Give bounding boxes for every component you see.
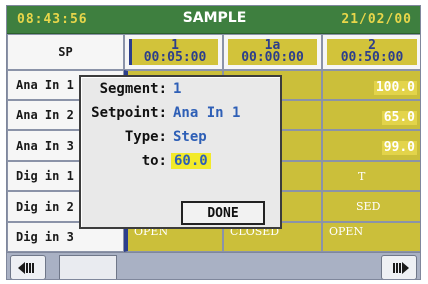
scroll-left-icon bbox=[18, 261, 34, 274]
title-bar: 08:43:56 SAMPLE 21/02/00 bbox=[7, 6, 420, 34]
segment-column-1a[interactable]: 1a 00:00:00 bbox=[223, 34, 322, 70]
type-field[interactable]: Step bbox=[173, 129, 207, 145]
setpoint-value: 100.0 bbox=[373, 80, 417, 95]
digital-state: T bbox=[358, 170, 366, 183]
segment-value[interactable]: 1 bbox=[173, 81, 181, 97]
segment-edit-dialog: Segment: 1 Setpoint: Ana In 1 Type: Step… bbox=[79, 75, 282, 229]
grid-cell[interactable]: 100.0 bbox=[322, 70, 420, 100]
digital-state: OPEN bbox=[329, 225, 364, 238]
row-label: Dig in 3 bbox=[16, 230, 74, 244]
segment-label: Segment: bbox=[99, 81, 167, 97]
segment-duration: 00:50:00 bbox=[340, 50, 404, 65]
target-value-field[interactable]: 60.0 bbox=[171, 153, 211, 169]
segment-column-2[interactable]: 2 00:50:00 bbox=[322, 34, 420, 70]
segment-header: 1a 00:00:00 bbox=[228, 39, 317, 65]
sp-header: SP bbox=[7, 34, 124, 70]
row-label: Ana In 3 bbox=[16, 138, 74, 153]
scroll-right-button[interactable] bbox=[381, 255, 417, 279]
digital-state: SED bbox=[356, 200, 381, 213]
segment-column-1[interactable]: 1 00:05:00 bbox=[124, 34, 223, 70]
segment-duration: 00:00:00 bbox=[241, 50, 304, 65]
scroll-left-button[interactable] bbox=[10, 255, 46, 279]
setpoint-value: 99.0 bbox=[381, 140, 417, 155]
target-label: to: bbox=[141, 153, 167, 169]
row-label: Ana In 2 bbox=[16, 108, 74, 122]
segment-duration: 00:05:00 bbox=[143, 50, 207, 65]
setpoint-label: Setpoint: bbox=[91, 105, 167, 121]
instrument-screen: 08:43:56 SAMPLE 21/02/00 SP 1 00:05:00 1… bbox=[6, 5, 421, 280]
grid-cell[interactable]: T bbox=[322, 161, 420, 191]
target-row: to: 60.0 bbox=[81, 153, 281, 173]
setpoint-value: 65.0 bbox=[381, 110, 417, 125]
row-label: Dig in 1 bbox=[16, 169, 74, 183]
segment-row: Segment: 1 bbox=[81, 81, 281, 101]
type-row: Type: Step bbox=[81, 129, 281, 149]
footer-bar bbox=[7, 252, 420, 279]
segment-header: 1 00:05:00 bbox=[129, 39, 218, 65]
grid-cell[interactable]: 99.0 bbox=[322, 130, 420, 161]
grid-cell[interactable]: SED bbox=[322, 191, 420, 222]
type-label: Type: bbox=[124, 129, 167, 145]
setpoint-field[interactable]: Ana In 1 bbox=[173, 105, 240, 121]
blank-softkey[interactable] bbox=[59, 255, 117, 279]
clock-date: 21/02/00 bbox=[341, 12, 412, 27]
row-label: Ana In 1 bbox=[16, 78, 74, 92]
row-label: Dig in 2 bbox=[16, 199, 74, 214]
scroll-right-icon bbox=[393, 261, 409, 274]
grid-cell[interactable]: 65.0 bbox=[322, 100, 420, 130]
done-button[interactable]: DONE bbox=[181, 201, 265, 225]
sp-label: SP bbox=[58, 45, 73, 59]
segment-header: 2 00:50:00 bbox=[327, 39, 417, 65]
grid-cell[interactable]: OPEN bbox=[322, 222, 420, 252]
setpoint-row: Setpoint: Ana In 1 bbox=[81, 105, 281, 125]
